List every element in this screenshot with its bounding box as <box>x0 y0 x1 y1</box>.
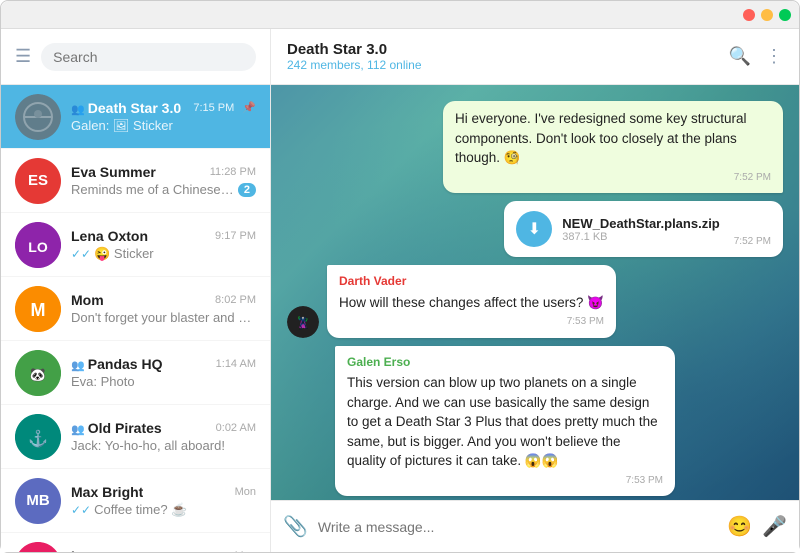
chat-header: Death Star 3.0 242 members, 112 online 🔍… <box>271 29 799 85</box>
attach-icon[interactable]: 📎 <box>283 514 308 539</box>
message-row: ⬇ NEW_DeathStar.plans.zip 387.1 KB 7:52 … <box>287 201 783 257</box>
chat-name-mom: Mom <box>71 292 104 308</box>
chat-name-lee: Lee <box>71 548 95 552</box>
message-input[interactable] <box>318 519 717 535</box>
svg-text:🐼: 🐼 <box>30 367 47 382</box>
chat-avatar-max-bright: MB <box>15 478 61 524</box>
chat-preview-max-bright: ✓✓Coffee time? ☕ <box>71 502 256 518</box>
message-text: Hi everyone. I've redesigned some key st… <box>455 109 771 168</box>
search-icon[interactable]: 🔍 <box>729 46 751 67</box>
chat-preview-mom: Don't forget your blaster and helmet <box>71 310 256 325</box>
download-button[interactable]: ⬇ <box>516 211 552 247</box>
tick-icon: ✓✓ <box>71 247 91 261</box>
message-sender: Galen Erso <box>347 354 663 371</box>
chat-time-death-star: 7:15 PM <box>193 102 234 114</box>
file-size: 387.1 KB <box>562 231 719 243</box>
message-bubble: Hi everyone. I've redesigned some key st… <box>443 101 783 193</box>
chat-avatar-pandas-hq: 🐼 <box>15 350 61 396</box>
chat-item-old-pirates[interactable]: ⚓ 👥 Old Pirates 0:02 AM Jack: Yo-ho-ho, all… <box>1 405 270 469</box>
message-row: Hi everyone. I've redesigned some key st… <box>287 101 783 193</box>
chat-avatar-old-pirates: ⚓ <box>15 414 61 460</box>
message-time: 7:52 PM <box>734 236 771 247</box>
search-input-wrap <box>41 43 256 71</box>
maximize-button[interactable] <box>779 9 791 21</box>
chat-preview-eva-summer: Reminds me of a Chinese prove… <box>71 182 234 197</box>
chat-header-name: Death Star 3.0 <box>287 41 729 58</box>
message-sender: Darth Vader <box>339 273 604 290</box>
chat-avatar-eva-summer: ES <box>15 158 61 204</box>
chat-name-max-bright: Max Bright <box>71 484 143 500</box>
chat-panel: Death Star 3.0 242 members, 112 online 🔍… <box>271 29 799 552</box>
chat-header-actions: 🔍 ⋮ <box>729 46 783 67</box>
chat-time-pandas-hq: 1:14 AM <box>216 358 256 370</box>
chat-item-death-star[interactable]: 👥 Death Star 3.0 7:15 PM 📌 Galen: 🖼 Sticker <box>1 85 270 149</box>
svg-text:M: M <box>31 300 46 320</box>
chat-header-subtitle: 242 members, 112 online <box>287 58 729 72</box>
chat-preview-lena-oxton: ✓✓😜 Sticker <box>71 246 256 262</box>
chat-item-pandas-hq[interactable]: 🐼 👥 Pandas HQ 1:14 AM Eva: Photo <box>1 341 270 405</box>
chat-name-eva-summer: Eva Summer <box>71 164 156 180</box>
message-text: How will these changes affect the users?… <box>339 293 604 313</box>
chat-avatar-lena-oxton: LO <box>15 222 61 268</box>
svg-text:⚓: ⚓ <box>28 429 48 448</box>
close-button[interactable] <box>743 9 755 21</box>
file-info: NEW_DeathStar.plans.zip 387.1 KB <box>562 216 719 243</box>
search-input[interactable] <box>53 49 244 65</box>
chat-item-lee[interactable]: LLeeMonWe can call it Galaxy Star 7 ;) <box>1 533 270 552</box>
chat-name-pandas-hq: 👥 Pandas HQ <box>71 356 162 372</box>
chat-item-mom[interactable]: M Mom 8:02 PM Don't forget your blaster and… <box>1 277 270 341</box>
more-icon[interactable]: ⋮ <box>765 46 783 67</box>
file-bubble: ⬇ NEW_DeathStar.plans.zip 387.1 KB 7:52 … <box>504 201 783 257</box>
emoji-icon[interactable]: 😊 <box>727 514 752 539</box>
file-name: NEW_DeathStar.plans.zip <box>562 216 719 231</box>
mic-icon[interactable]: 🎤 <box>762 514 787 539</box>
title-bar <box>1 1 799 29</box>
chat-avatar-death-star <box>15 94 61 140</box>
message-bubble: Darth Vader How will these changes affect… <box>327 265 616 337</box>
chat-time-eva-summer: 11:28 PM <box>210 166 256 178</box>
chat-name-old-pirates: 👥 Old Pirates <box>71 420 162 436</box>
message-text: This version can blow up two planets on … <box>347 373 663 471</box>
svg-text:🦹: 🦹 <box>296 315 311 330</box>
chat-time-mom: 8:02 PM <box>215 294 256 306</box>
unread-badge-eva-summer: 2 <box>238 183 256 197</box>
message-row: Galen Erso This version can blow up two p… <box>287 346 783 497</box>
chat-item-eva-summer[interactable]: ES Eva Summer 11:28 PM Reminds me of a Chin… <box>1 149 270 213</box>
chat-preview-death-star: Galen: 🖼 Sticker <box>71 118 256 134</box>
message-time: 7:52 PM <box>455 171 771 186</box>
tick-icon: ✓✓ <box>71 503 91 517</box>
sidebar-header: ☰ <box>1 29 270 85</box>
minimize-button[interactable] <box>761 9 773 21</box>
message-time: 7:53 PM <box>339 315 604 330</box>
chat-name-death-star: 👥 Death Star 3.0 <box>71 100 181 116</box>
messages-area: Hi everyone. I've redesigned some key st… <box>271 85 799 500</box>
chat-header-info: Death Star 3.0 242 members, 112 online <box>287 41 729 72</box>
message-avatar: 🦹 <box>287 306 319 338</box>
chat-time-lena-oxton: 9:17 PM <box>215 230 256 242</box>
chat-name-lena-oxton: Lena Oxton <box>71 228 148 244</box>
chat-time-lee: Mon <box>235 550 256 552</box>
message-bubble: Galen Erso This version can blow up two p… <box>335 346 675 497</box>
hamburger-icon[interactable]: ☰ <box>15 46 31 67</box>
message-row: 🦹 Darth Vader How will these changes affec… <box>287 265 783 337</box>
chat-preview-old-pirates: Jack: Yo-ho-ho, all aboard! <box>71 438 256 453</box>
chat-item-max-bright[interactable]: MB Max Bright Mon ✓✓Coffee time? ☕ <box>1 469 270 533</box>
chat-time-old-pirates: 0:02 AM <box>216 422 256 434</box>
message-time: 7:53 PM <box>347 474 663 489</box>
chat-avatar-mom: M <box>15 286 61 332</box>
chat-avatar-lee: L <box>15 542 61 553</box>
svg-text:LO: LO <box>28 239 48 255</box>
message-input-bar: 📎 😊 🎤 <box>271 500 799 552</box>
chat-time-max-bright: Mon <box>235 486 256 498</box>
chat-preview-pandas-hq: Eva: Photo <box>71 374 256 389</box>
app-body: ☰ 👥 Death Star 3.0 7:15 PM 📌 Galen: 🖼 Stick… <box>1 29 799 552</box>
chat-item-lena-oxton[interactable]: LO Lena Oxton 9:17 PM ✓✓😜 Sticker <box>1 213 270 277</box>
chat-list: 👥 Death Star 3.0 7:15 PM 📌 Galen: 🖼 Sticker… <box>1 85 270 552</box>
pin-icon: 📌 <box>242 101 256 114</box>
sidebar: ☰ 👥 Death Star 3.0 7:15 PM 📌 Galen: 🖼 Stick… <box>1 29 271 552</box>
